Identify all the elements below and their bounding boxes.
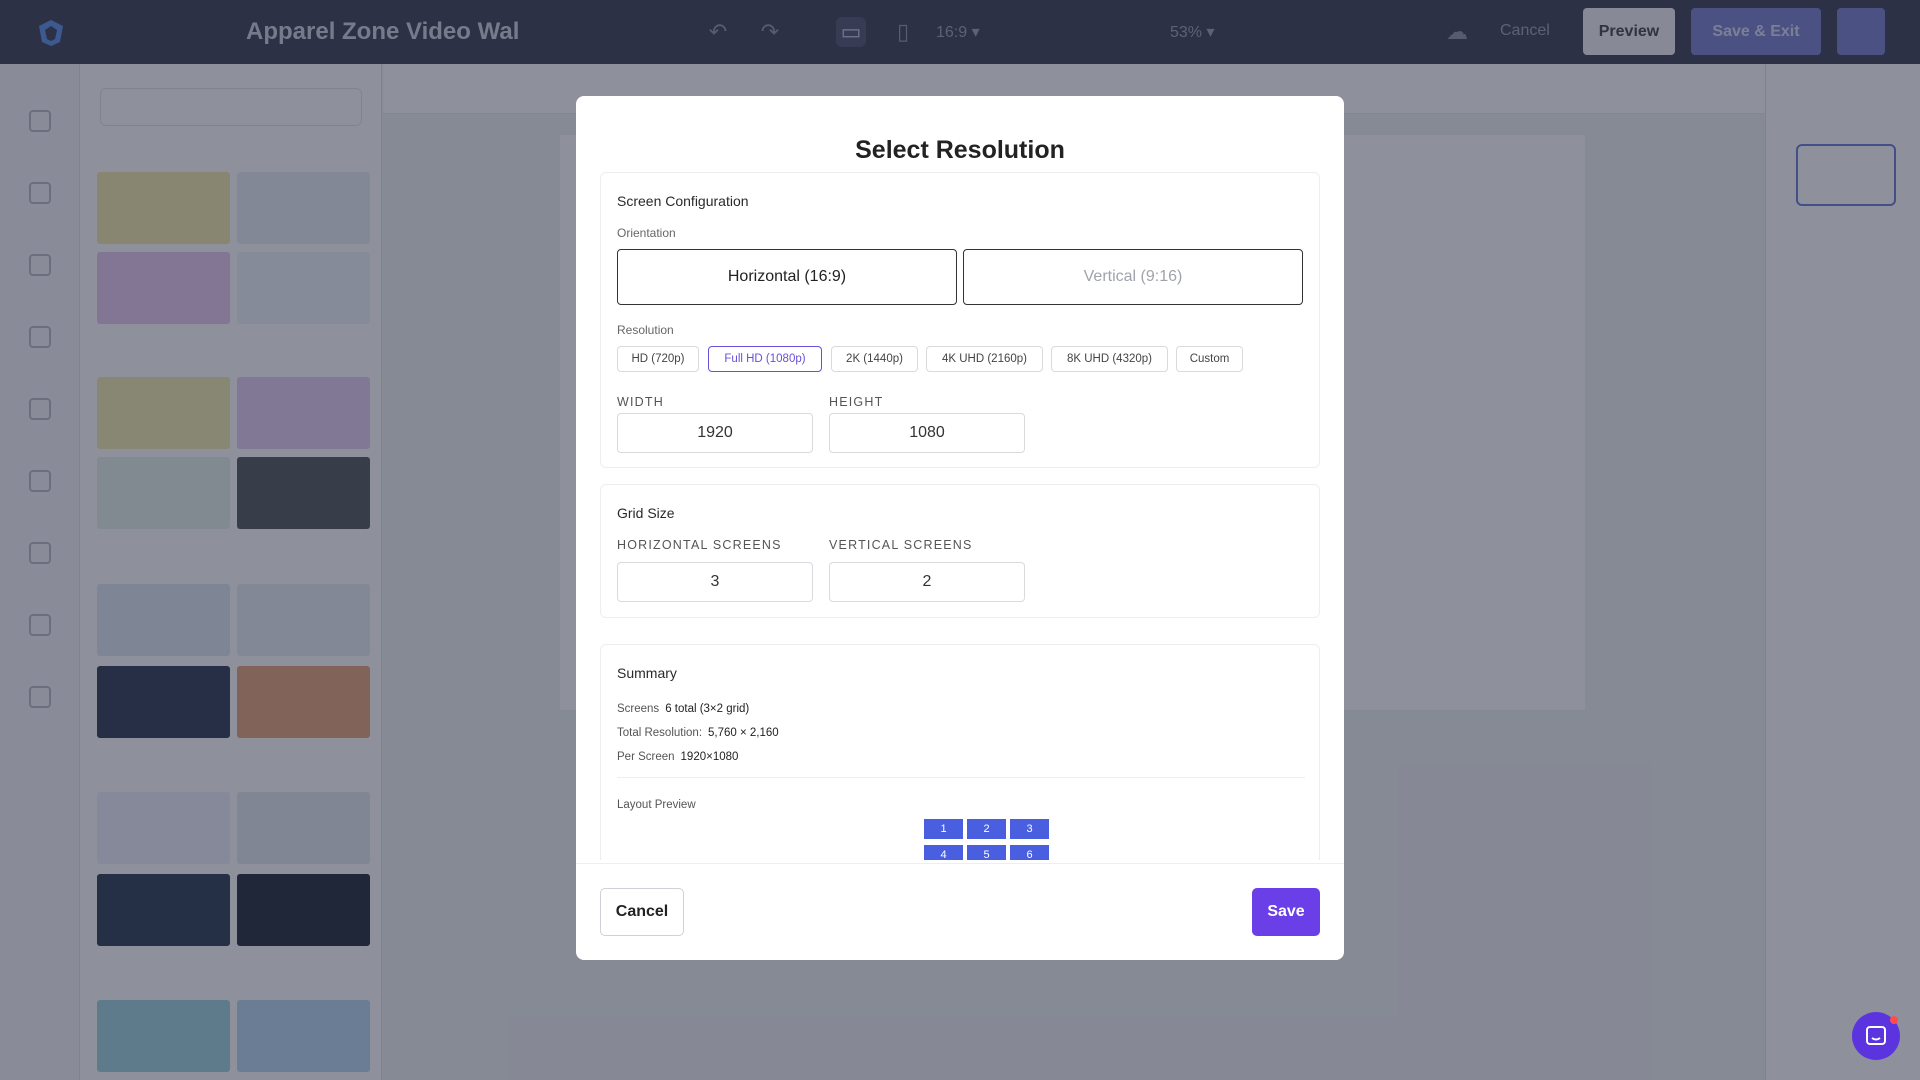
notification-dot [1890,1016,1898,1024]
summary-per-screen-value: 1920×1080 [680,751,739,763]
summary-title: Summary [617,665,677,681]
height-label: HEIGHT [829,395,884,409]
summary-divider [617,777,1305,778]
layout-cell: 5 [967,845,1006,860]
layout-cell: 6 [1010,845,1049,860]
screen-configuration-card: Screen Configuration Orientation Horizon… [600,172,1320,468]
grid-size-card: Grid Size HORIZONTAL SCREENS 3 VERTICAL … [600,484,1320,618]
resolution-2k-chip[interactable]: 2K (1440p) [831,346,918,372]
save-button[interactable]: Save [1252,888,1320,936]
resolution-8k-chip[interactable]: 8K UHD (4320p) [1051,346,1168,372]
summary-screens-label: Screens [617,703,660,715]
resolution-4k-chip[interactable]: 4K UHD (2160p) [926,346,1043,372]
summary-screens-row: Screens 6 total (3×2 grid) [617,703,749,715]
height-input[interactable]: 1080 [829,413,1025,453]
summary-screens-value: 6 total (3×2 grid) [665,703,750,715]
layout-cell: 2 [967,819,1006,839]
orientation-horizontal-option[interactable]: Horizontal (16:9) [617,249,957,305]
orientation-label: Orientation [617,226,676,240]
summary-total-label: Total Resolution: [617,727,703,739]
resolution-hd-chip[interactable]: HD (720p) [617,346,699,372]
width-input[interactable]: 1920 [617,413,813,453]
layout-preview-label: Layout Preview [617,799,696,811]
screen-configuration-title: Screen Configuration [617,193,749,209]
layout-cell: 1 [924,819,963,839]
dialog-title: Select Resolution [855,136,1065,164]
resolution-label: Resolution [617,323,674,337]
horizontal-screens-input[interactable]: 3 [617,562,813,602]
chat-icon [1866,1026,1886,1045]
horizontal-screens-label: HORIZONTAL SCREENS [617,538,782,552]
layout-cell: 3 [1010,819,1049,839]
layout-cell: 4 [924,845,963,860]
summary-total-value: 5,760 × 2,160 [708,727,779,739]
summary-per-screen-row: Per Screen 1920×1080 [617,751,738,763]
dialog-body: Screen Configuration Orientation Horizon… [600,172,1320,860]
resolution-custom-chip[interactable]: Custom [1176,346,1243,372]
dialog-footer: Cancel Save [576,863,1344,960]
summary-total-row: Total Resolution: 5,760 × 2,160 [617,727,779,739]
orientation-vertical-option[interactable]: Vertical (9:16) [963,249,1303,305]
cancel-button[interactable]: Cancel [600,888,684,936]
select-resolution-dialog: Select Resolution Screen Configuration O… [576,96,1344,960]
vertical-screens-label: VERTICAL SCREENS [829,538,973,552]
grid-size-title: Grid Size [617,505,675,521]
width-label: WIDTH [617,395,664,409]
resolution-full-hd-chip[interactable]: Full HD (1080p) [708,346,822,372]
vertical-screens-input[interactable]: 2 [829,562,1025,602]
summary-per-screen-label: Per Screen [617,751,675,763]
chat-launcher-button[interactable] [1852,1012,1900,1060]
summary-card: Summary Screens 6 total (3×2 grid) Total … [600,644,1320,860]
